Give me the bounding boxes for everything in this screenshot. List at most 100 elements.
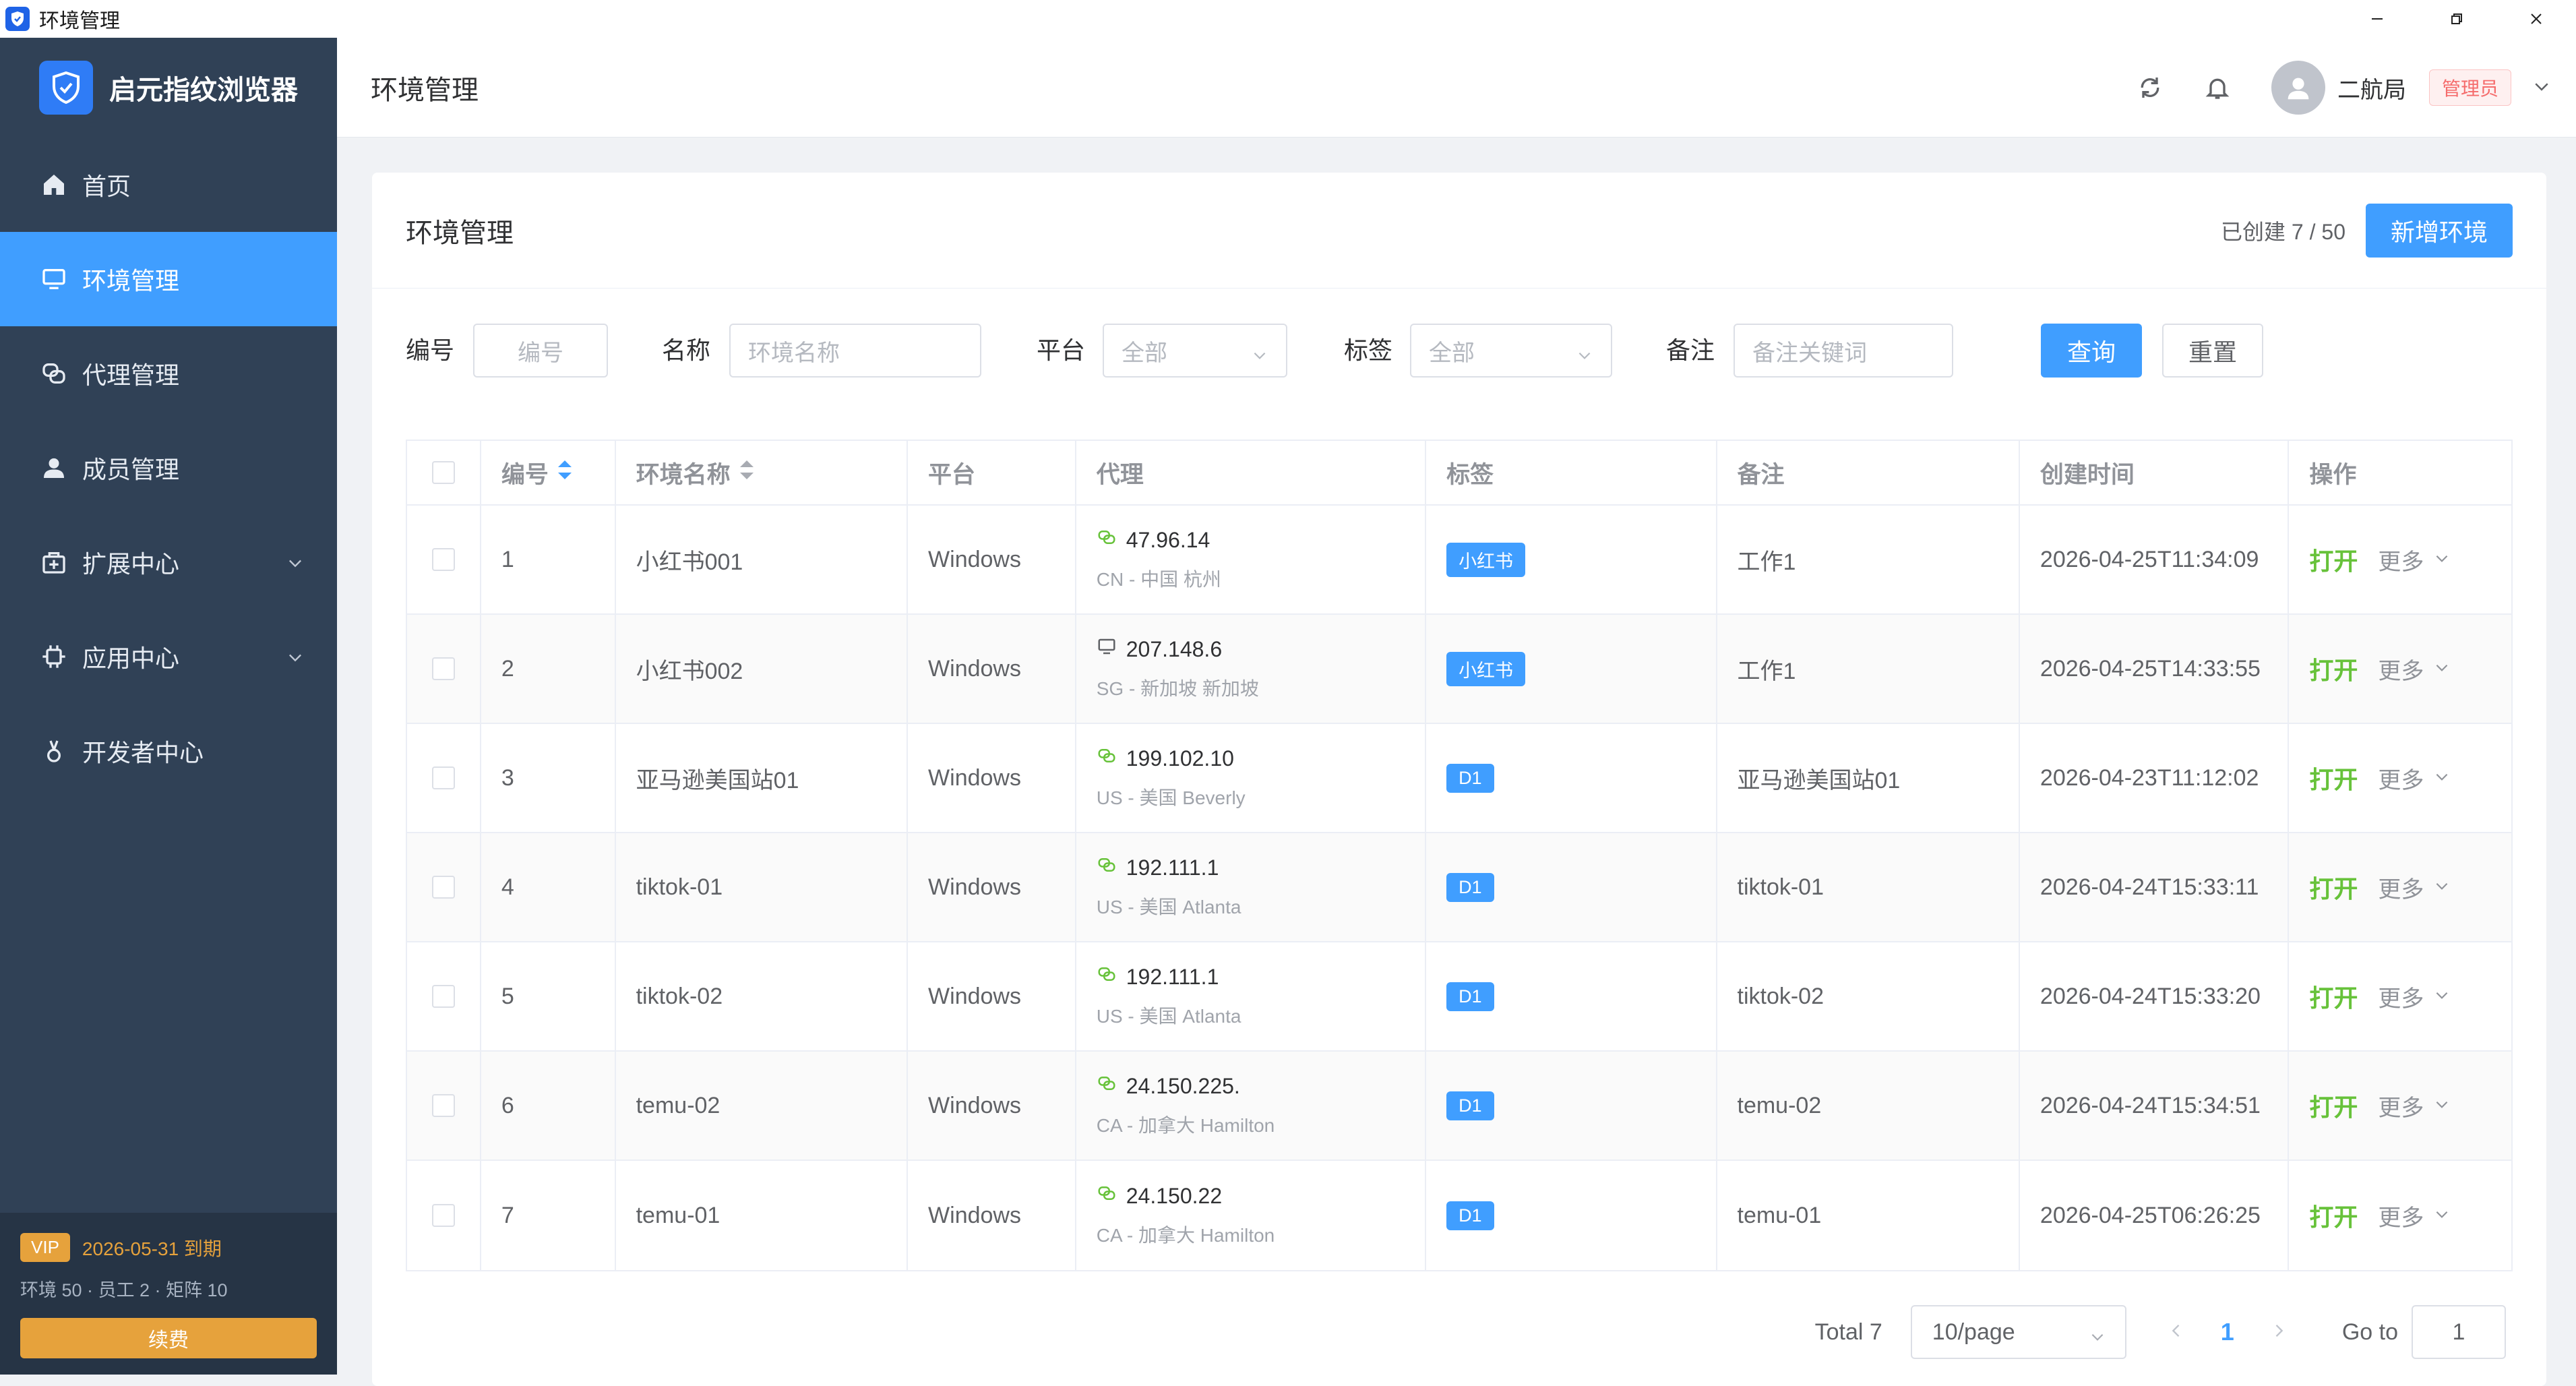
filter-tag-select[interactable]: 全部 [1410,324,1612,378]
sidebar-item-extensions[interactable]: 扩展中心 [0,515,337,609]
username[interactable]: 二航局 [2337,71,2406,104]
environments-card: 环境管理 已创建 7 / 50 新增环境 编号 编号 名称 环境名称 平台 全部… [372,173,2546,1386]
open-button[interactable]: 打开 [2309,651,2358,686]
cell-id: 5 [481,942,616,1050]
minimize-icon[interactable] [2337,0,2417,38]
sort-icon[interactable] [557,459,573,487]
cell-actions: 打开 更多 [2289,615,2511,723]
tag-badge: D1 [1446,763,1494,793]
row-checkbox[interactable] [431,876,455,899]
sidebar-item-proxies[interactable]: 代理管理 [0,326,337,421]
more-dropdown[interactable]: 更多 [2378,1089,2451,1122]
open-button[interactable]: 打开 [2309,542,2358,577]
cell-id: 1 [481,506,616,613]
proxy-location: CA - 加拿大 Hamilton [1096,1115,1275,1136]
filter-id-input[interactable]: 编号 [473,324,608,378]
filter-note-input[interactable]: 备注关键词 [1734,324,1953,378]
proxy-ip: 24.150.225. [1126,1073,1240,1098]
prev-page-icon[interactable] [2167,1321,2186,1344]
filter-tag-label: 标签 [1344,336,1393,364]
sidebar-item-developer[interactable]: 开发者中心 [0,704,337,798]
more-dropdown[interactable]: 更多 [2378,762,2451,795]
row-checkbox[interactable] [431,548,455,571]
column-header-name[interactable]: 环境名称 [616,441,909,504]
row-checkbox[interactable] [431,657,455,680]
created-count: 已创建 7 / 50 [2221,220,2345,244]
restore-icon[interactable] [2417,0,2496,38]
page-size-select[interactable]: 10/page [1910,1305,2126,1359]
brand[interactable]: 启元指纹浏览器 [0,38,337,138]
brand-name: 启元指纹浏览器 [109,76,298,105]
cell-created: 2026-04-24T15:33:11 [2020,833,2290,941]
pagination: Total 7 10/page 1 Go to 1 [1815,1305,2506,1359]
more-dropdown[interactable]: 更多 [2378,871,2451,904]
proxy-ip: 207.148.6 [1126,636,1223,661]
avatar[interactable] [2271,61,2325,115]
next-page-icon[interactable] [2269,1321,2288,1344]
filter-platform-select[interactable]: 全部 [1103,324,1287,378]
bell-icon[interactable] [2197,67,2238,108]
more-dropdown[interactable]: 更多 [2378,1199,2451,1232]
chevron-down-icon [2424,984,2451,1010]
cell-id: 6 [481,1052,616,1159]
column-header-id[interactable]: 编号 [481,441,616,504]
sidebar-item-label: 应用中心 [82,644,180,672]
cell-created: 2026-04-24T15:33:20 [2020,942,2290,1050]
close-icon[interactable] [2496,0,2576,38]
more-dropdown[interactable]: 更多 [2378,543,2451,576]
cell-actions: 打开 更多 [2289,1161,2511,1270]
cell-platform: Windows [908,724,1076,832]
goto-page-input[interactable]: 1 [2412,1305,2506,1359]
sidebar-menu: 首页 环境管理 代理管理 成员管理 扩展中心 应用中心 开发者中心 [0,138,337,798]
row-checkbox[interactable] [431,1204,455,1227]
renew-button[interactable]: 续费 [20,1318,317,1358]
window-titlebar: 环境管理 [0,0,2576,38]
sidebar-item-home[interactable]: 首页 [0,138,337,232]
cell-proxy: 24.150.225. CA - 加拿大 Hamilton [1076,1052,1427,1159]
table-row: 2 小红书002 Windows 207.148.6 SG - 新加坡 新加坡 小红书 工作… [407,615,2511,724]
sidebar-item-label: 环境管理 [82,267,180,295]
column-header-tag: 标签 [1426,441,1717,504]
cell-name: tiktok-01 [616,833,909,941]
sidebar-item-environments[interactable]: 环境管理 [0,232,337,326]
page-number-current[interactable]: 1 [2221,1318,2234,1346]
cell-created: 2026-04-23T11:12:02 [2020,724,2290,832]
more-dropdown[interactable]: 更多 [2378,653,2451,686]
cell-actions: 打开 更多 [2289,942,2511,1050]
sidebar-item-label: 首页 [82,173,131,200]
row-checkbox[interactable] [431,1094,455,1117]
open-button[interactable]: 打开 [2309,870,2358,905]
cell-created: 2026-04-25T11:34:09 [2020,506,2290,613]
more-dropdown[interactable]: 更多 [2378,980,2451,1013]
open-button[interactable]: 打开 [2309,1198,2358,1233]
refresh-icon[interactable] [2130,67,2170,108]
cell-tag: 小红书 [1426,506,1717,613]
cell-created: 2026-04-25T14:33:55 [2020,615,2290,723]
filter-platform-value: 全部 [1122,340,1167,366]
more-label: 更多 [2378,876,2424,903]
query-button[interactable]: 查询 [2041,324,2142,378]
column-header-proxy: 代理 [1076,441,1427,504]
sidebar-item-members[interactable]: 成员管理 [0,421,337,515]
filter-name-input[interactable]: 环境名称 [729,324,981,378]
sidebar-item-label: 扩展中心 [82,550,180,578]
filter-tag-value: 全部 [1429,340,1475,366]
open-button[interactable]: 打开 [2309,760,2358,795]
cell-note: tiktok-02 [1717,942,2020,1050]
table-row: 3 亚马逊美国站01 Windows 199.102.10 US - 美国 Beverl… [407,724,2511,833]
chevron-down-icon[interactable] [2532,76,2552,100]
select-all-checkbox[interactable] [431,461,455,484]
proxy-ip: 192.111.1 [1126,964,1219,989]
cell-proxy: 192.111.1 US - 美国 Atlanta [1076,942,1427,1050]
open-button[interactable]: 打开 [2309,979,2358,1014]
reset-button[interactable]: 重置 [2162,324,2263,378]
open-button[interactable]: 打开 [2309,1088,2358,1123]
row-checkbox[interactable] [431,766,455,789]
cell-proxy: 192.111.1 US - 美国 Atlanta [1076,833,1427,941]
cell-id: 2 [481,615,616,723]
row-checkbox[interactable] [431,985,455,1008]
sort-icon[interactable] [739,459,755,487]
add-environment-button[interactable]: 新增环境 [2366,204,2513,258]
sidebar-item-label: 成员管理 [82,456,180,483]
sidebar-item-apps[interactable]: 应用中心 [0,609,337,704]
